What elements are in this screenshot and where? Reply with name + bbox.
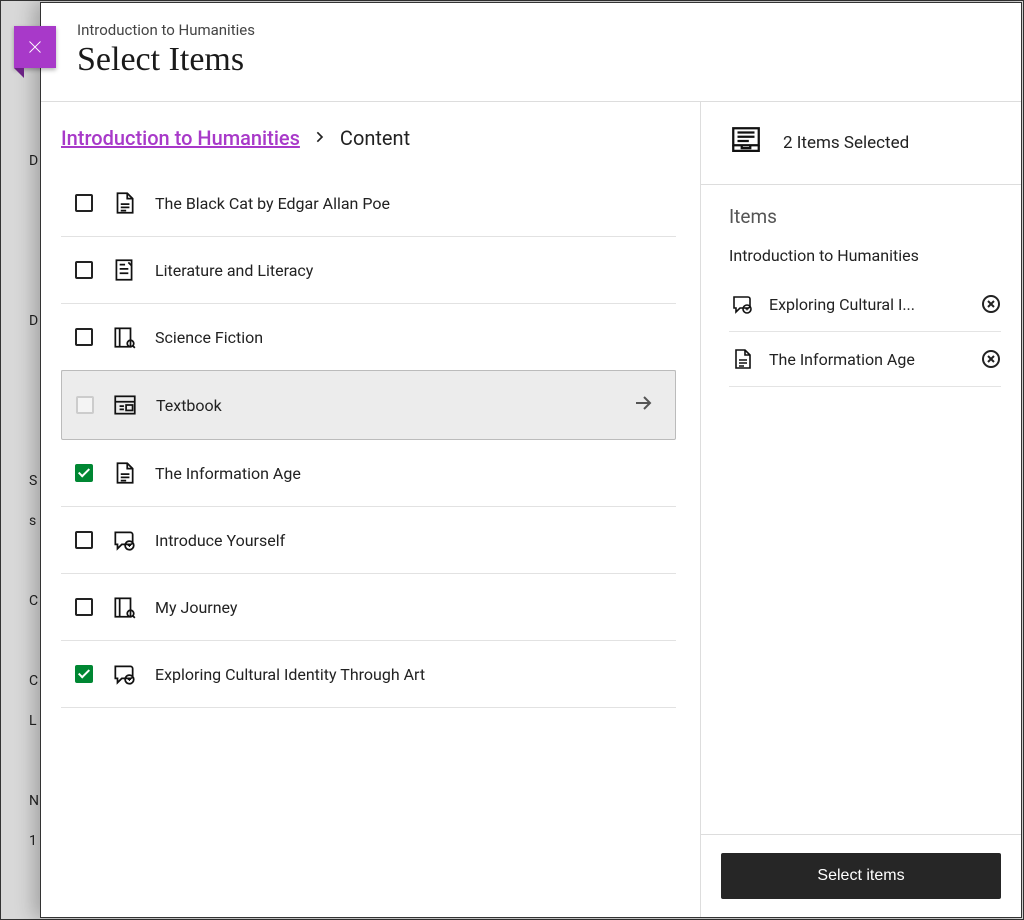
discussion-icon — [729, 291, 755, 317]
list-item[interactable]: Exploring Cultural Identity Through Art — [61, 641, 676, 708]
discussion-icon — [111, 527, 137, 553]
item-label: Exploring Cultural Identity Through Art — [155, 665, 662, 684]
page-title: Select Items — [77, 41, 989, 79]
selection-header: 2 Items Selected — [701, 102, 1021, 185]
selection-sidebar: 2 Items Selected Items Introduction to H… — [701, 102, 1021, 917]
journal-icon — [111, 324, 137, 350]
assignment-icon — [111, 257, 137, 283]
selected-item-label: The Information Age — [769, 350, 967, 369]
selection-body: Items Introduction to Humanities Explori… — [701, 185, 1021, 834]
list-item-folder[interactable]: Textbook — [61, 370, 676, 440]
selected-item: The Information Age — [729, 332, 1001, 387]
item-label: Textbook — [156, 396, 613, 415]
checkbox-disabled — [76, 396, 94, 414]
checkbox[interactable] — [75, 194, 93, 212]
item-label: My Journey — [155, 598, 662, 617]
remove-button[interactable] — [981, 294, 1001, 314]
breadcrumb-current: Content — [340, 126, 410, 150]
item-list: The Black Cat by Edgar Allan Poe Literat… — [61, 170, 676, 708]
selected-item-label: Exploring Cultural I... — [769, 295, 967, 314]
document-icon — [111, 190, 137, 216]
selection-section-title: Items — [729, 205, 1001, 228]
checkbox[interactable] — [75, 261, 93, 279]
list-item[interactable]: The Information Age — [61, 440, 676, 507]
selected-item: Exploring Cultural I... — [729, 277, 1001, 332]
remove-button[interactable] — [981, 349, 1001, 369]
item-label: Introduce Yourself — [155, 531, 662, 550]
panel-body: Introduction to Humanities Content The B… — [41, 102, 1021, 917]
panel-header: Introduction to Humanities Select Items — [41, 3, 1021, 102]
breadcrumb: Introduction to Humanities Content — [61, 126, 676, 150]
document-icon — [111, 460, 137, 486]
checkbox-checked[interactable] — [75, 665, 93, 683]
header-subtitle: Introduction to Humanities — [77, 21, 989, 39]
item-label: The Black Cat by Edgar Allan Poe — [155, 194, 662, 213]
select-items-panel: Introduction to Humanities Select Items … — [40, 2, 1022, 918]
item-label: Science Fiction — [155, 328, 662, 347]
arrow-right-icon — [631, 391, 655, 419]
close-icon — [24, 36, 46, 58]
checkbox[interactable] — [75, 531, 93, 549]
checkbox[interactable] — [75, 328, 93, 346]
journal-icon — [111, 594, 137, 620]
checkbox-checked[interactable] — [75, 464, 93, 482]
tray-icon — [729, 124, 763, 162]
discussion-icon — [111, 661, 137, 687]
select-items-button[interactable]: Select items — [721, 853, 1001, 899]
module-icon — [112, 392, 138, 418]
sidebar-footer: Select items — [701, 834, 1021, 917]
content-browser: Introduction to Humanities Content The B… — [41, 102, 701, 917]
list-item[interactable]: Literature and Literacy — [61, 237, 676, 304]
list-item[interactable]: Science Fiction — [61, 304, 676, 371]
breadcrumb-root-link[interactable]: Introduction to Humanities — [61, 126, 300, 150]
close-button[interactable] — [14, 26, 56, 68]
chevron-right-icon — [312, 126, 328, 150]
selection-context: Introduction to Humanities — [729, 246, 1001, 265]
list-item[interactable]: The Black Cat by Edgar Allan Poe — [61, 170, 676, 237]
item-label: The Information Age — [155, 464, 662, 483]
selection-count: 2 Items Selected — [783, 133, 909, 153]
item-label: Literature and Literacy — [155, 261, 662, 280]
document-icon — [729, 346, 755, 372]
list-item[interactable]: Introduce Yourself — [61, 507, 676, 574]
list-item[interactable]: My Journey — [61, 574, 676, 641]
checkbox[interactable] — [75, 598, 93, 616]
